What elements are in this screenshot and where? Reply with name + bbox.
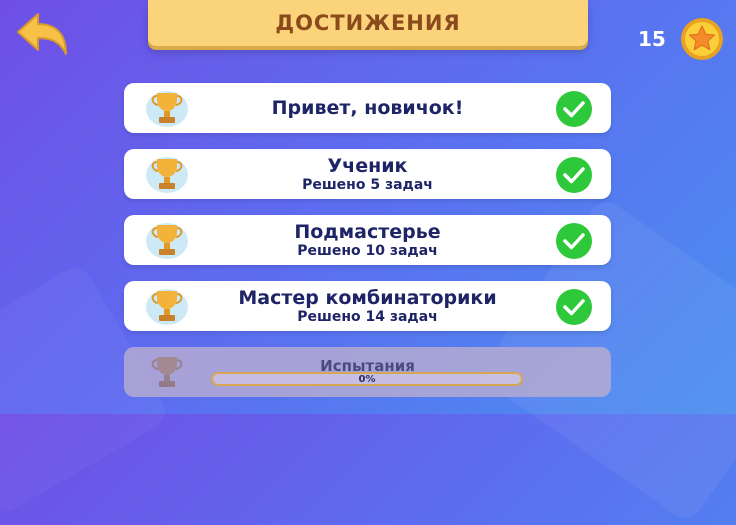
achievement-name: Подмастерье <box>294 220 441 243</box>
page-title: ДОСТИЖЕНИЯ <box>275 11 461 35</box>
achievement-card: Мастер комбинаторики Решено 14 задач <box>124 281 611 331</box>
checkmark-icon <box>556 157 592 193</box>
achievement-name: Ученик <box>327 154 408 177</box>
locked-achievement-card: Испытания 0% <box>124 347 611 397</box>
achievement-subtitle: Решено 5 задач <box>302 176 433 193</box>
achievement-name: Мастер комбинаторики <box>238 286 497 309</box>
achievement-name: Привет, новичок! <box>271 97 464 119</box>
coin-counter: 15 <box>638 18 724 60</box>
title-banner: ДОСТИЖЕНИЯ <box>148 0 588 46</box>
trophy-icon <box>146 223 188 259</box>
trophy-icon <box>151 357 183 387</box>
achievement-subtitle: Решено 14 задач <box>297 308 438 325</box>
achievement-subtitle: Решено 10 задач <box>297 242 438 259</box>
achievement-text: Мастер комбинаторики Решено 14 задач <box>194 281 541 331</box>
trophy-icon <box>146 91 188 127</box>
achievement-card: Подмастерье Решено 10 задач <box>124 215 611 265</box>
achievement-text: Привет, новичок! <box>194 83 541 133</box>
achievement-card: Привет, новичок! <box>124 83 611 133</box>
achievement-text: Ученик Решено 5 задач <box>194 149 541 199</box>
progress-label: 0% <box>358 373 376 385</box>
star-coin-icon <box>680 18 723 60</box>
achievement-text: Подмастерье Решено 10 задач <box>194 215 541 265</box>
checkmark-icon <box>556 223 592 259</box>
checkmark-icon <box>556 91 592 127</box>
coin-count: 15 <box>638 27 666 51</box>
back-arrow-icon <box>17 13 67 55</box>
trophy-icon <box>146 289 188 325</box>
achievement-card: Ученик Решено 5 задач <box>124 149 611 199</box>
progress-bar: 0% <box>211 372 523 386</box>
back-button[interactable] <box>14 10 70 58</box>
trophy-icon <box>146 157 188 193</box>
checkmark-icon <box>556 289 592 325</box>
